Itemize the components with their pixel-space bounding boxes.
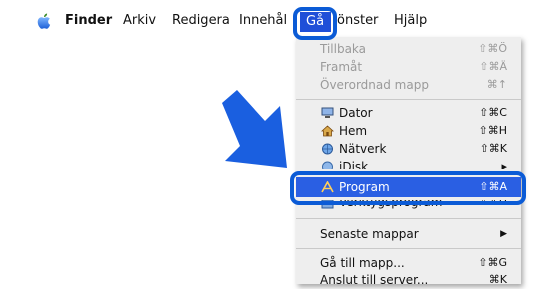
pointer-arrow-icon bbox=[222, 90, 287, 168]
